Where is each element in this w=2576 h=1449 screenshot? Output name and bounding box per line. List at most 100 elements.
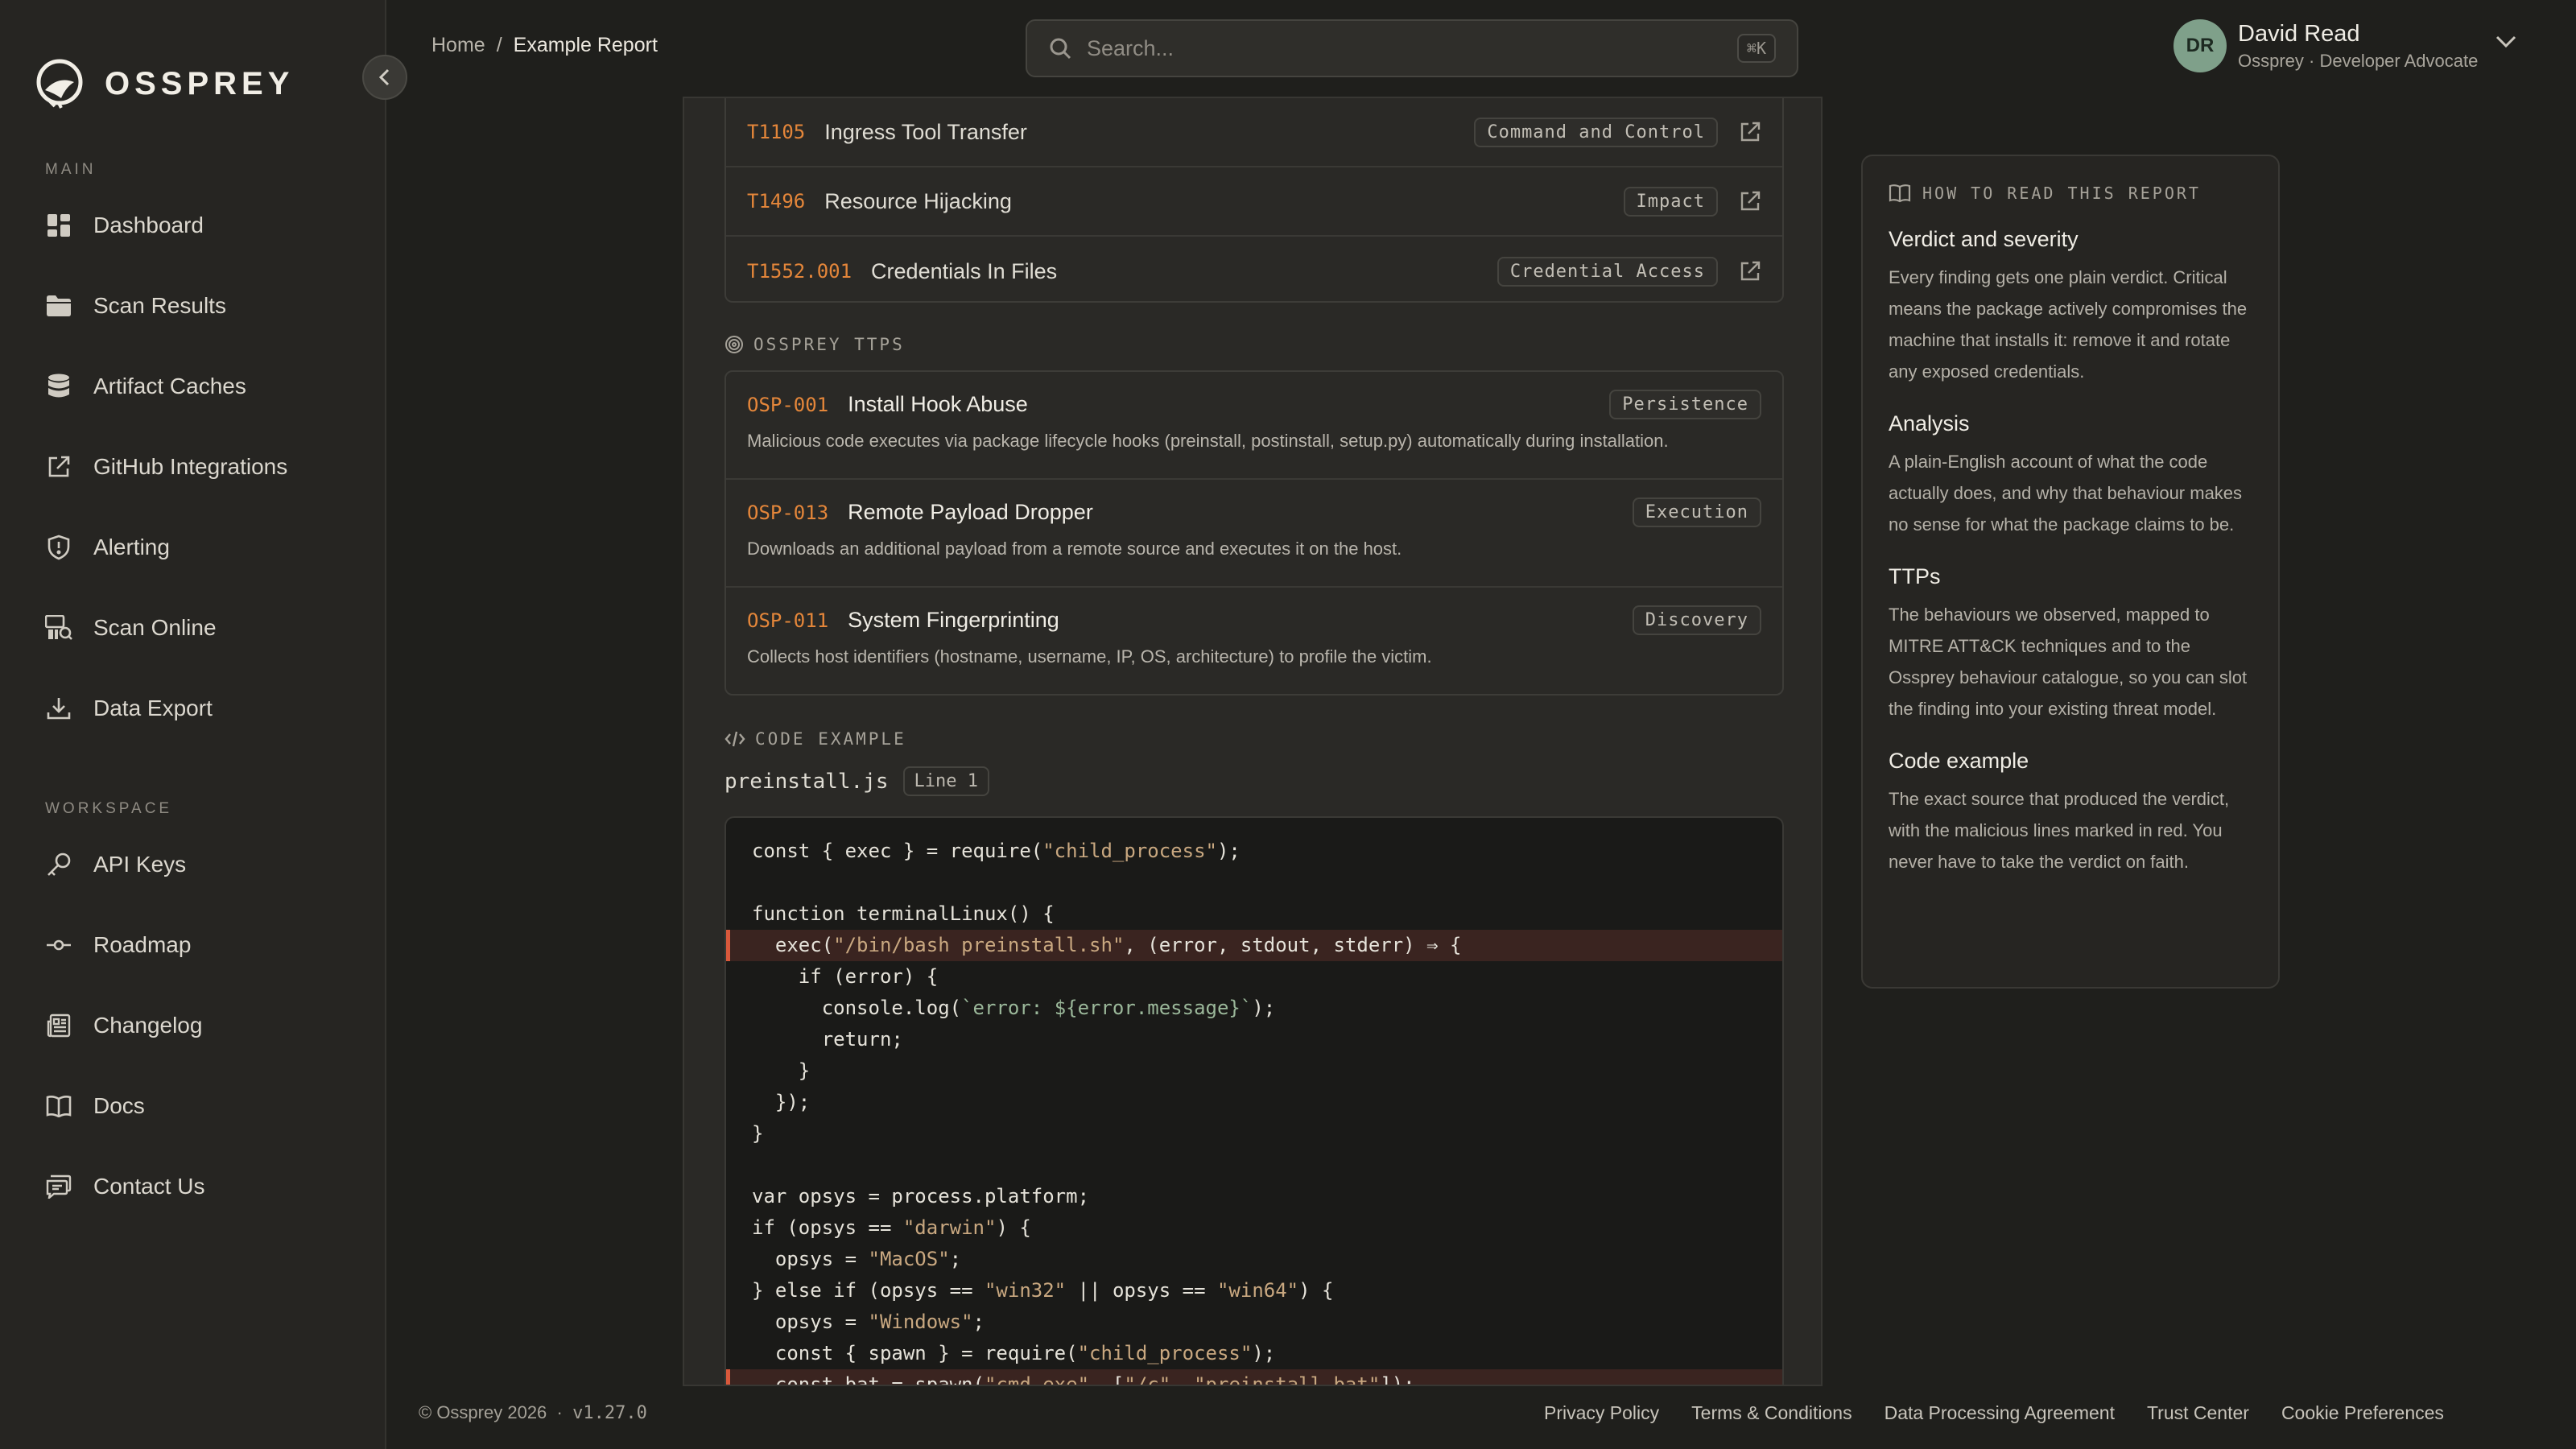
ttp-id[interactable]: OSP-011 (747, 609, 828, 632)
sidebar-item-label: GitHub Integrations (93, 454, 288, 479)
code-line: } (752, 1059, 811, 1082)
newspaper-icon (45, 1012, 72, 1039)
report-panel: T1105 Ingress Tool Transfer Command and … (683, 97, 1823, 1386)
shield-icon (45, 534, 72, 561)
footer-link-dpa[interactable]: Data Processing Agreement (1885, 1402, 2115, 1424)
code-line: } (752, 1122, 764, 1145)
info-section-body: A plain-English account of what the code… (1889, 452, 2243, 535)
external-link-icon[interactable] (1739, 121, 1761, 143)
ttp-id[interactable]: OSP-013 (747, 502, 828, 524)
breadcrumb-home[interactable]: Home (431, 34, 485, 57)
user-role: Ossprey · Developer Advocate (2238, 50, 2479, 71)
info-section-body: The exact source that produced the verdi… (1889, 789, 2230, 872)
info-section: Code example The exact source that produ… (1889, 749, 2252, 877)
collapse-sidebar-button[interactable] (362, 55, 407, 100)
ttp-description: Collects host identifiers (hostname, use… (747, 646, 1432, 667)
tactic-badge: Credential Access (1496, 256, 1718, 287)
info-section-title: Analysis (1889, 411, 1970, 436)
tactic-badge: Impact (1623, 186, 1718, 217)
sidebar-item-api-keys[interactable]: API Keys (45, 840, 186, 889)
external-link-icon (45, 453, 72, 481)
sidebar-item-label: Docs (93, 1093, 145, 1118)
sidebar-item-label: Scan Results (93, 293, 226, 318)
info-section-title: TTPs (1889, 564, 1941, 588)
code-line: return; (752, 1028, 903, 1051)
info-section-title: Verdict and severity (1889, 227, 2079, 251)
database-icon (45, 373, 72, 400)
scan-icon (45, 614, 72, 642)
sidebar-item-label: Changelog (93, 1013, 203, 1038)
code-icon (724, 731, 745, 747)
sidebar: OSSPREY MAIN Dashboard Scan Results Arti… (0, 0, 386, 1449)
user-name: David Read (2238, 20, 2360, 47)
user-menu[interactable]: DR David Read Ossprey · Developer Advoca… (2174, 19, 2478, 72)
external-link-icon[interactable] (1739, 260, 1761, 283)
search-icon (1050, 38, 1071, 60)
technique-id-link[interactable]: T1552.001 (747, 260, 852, 283)
how-to-read-card: HOW TO READ THIS REPORT Verdict and seve… (1861, 155, 2280, 989)
sidebar-item-changelog[interactable]: Changelog (45, 1001, 202, 1050)
sidebar-item-roadmap[interactable]: Roadmap (45, 921, 191, 969)
sidebar-item-scan-online[interactable]: Scan Online (45, 604, 217, 652)
workspace-section-label: WORKSPACE (45, 800, 173, 817)
mitre-row: T1552.001 Credentials In Files Credentia… (726, 237, 1782, 306)
sidebar-item-label: API Keys (93, 852, 187, 877)
mitre-row: T1105 Ingress Tool Transfer Command and … (726, 98, 1782, 167)
info-section-body: The behaviours we observed, mapped to MI… (1889, 605, 2248, 719)
chevron-down-icon[interactable] (2496, 35, 2516, 48)
ttps-heading: OSSPREY TTPS (724, 335, 905, 354)
sidebar-item-docs[interactable]: Docs (45, 1082, 145, 1130)
technique-name: Credentials In Files (871, 258, 1058, 283)
sidebar-item-data-export[interactable]: Data Export (45, 684, 213, 733)
ttp-name: System Fingerprinting (848, 608, 1059, 632)
footer-link-privacy[interactable]: Privacy Policy (1544, 1402, 1659, 1424)
app-name: OSSPREY (105, 65, 295, 101)
info-section: Verdict and severity Every finding gets … (1889, 227, 2252, 387)
search-input[interactable]: Search... (1087, 36, 1737, 61)
ttp-id[interactable]: OSP-001 (747, 394, 828, 416)
code-line: }); (752, 1091, 811, 1113)
chat-icon (45, 1173, 72, 1200)
sidebar-item-contact-us[interactable]: Contact Us (45, 1162, 205, 1211)
info-section: TTPs The behaviours we observed, mapped … (1889, 564, 2252, 724)
search-bar[interactable]: Search... ⌘K (1026, 19, 1798, 77)
external-link-icon[interactable] (1739, 190, 1761, 213)
sidebar-item-label: Artifact Caches (93, 374, 246, 398)
breadcrumb-current: Example Report (513, 34, 658, 56)
mitre-techniques-list: T1105 Ingress Tool Transfer Command and … (724, 98, 1784, 303)
footer-link-cookies[interactable]: Cookie Preferences (2281, 1402, 2444, 1424)
version-label: v1.27.0 (572, 1403, 647, 1423)
sidebar-item-label: Alerting (93, 535, 170, 559)
key-icon (45, 851, 72, 878)
sidebar-item-artifact-caches[interactable]: Artifact Caches (45, 362, 246, 411)
chevron-left-icon (378, 68, 390, 86)
technique-id-link[interactable]: T1105 (747, 121, 805, 143)
sidebar-item-github-integrations[interactable]: GitHub Integrations (45, 443, 287, 491)
code-line-highlighted: exec("/bin/bash preinstall.sh", (error, … (726, 930, 1782, 961)
info-section: Analysis A plain-English account of what… (1889, 411, 2252, 540)
info-section-body: Every finding gets one plain verdict. Cr… (1889, 267, 2248, 382)
commit-icon (45, 931, 72, 959)
technique-id-link[interactable]: T1496 (747, 190, 805, 213)
tactic-badge: Command and Control (1474, 117, 1718, 147)
breadcrumb-separator: / (496, 34, 502, 56)
sidebar-item-dashboard[interactable]: Dashboard (45, 201, 204, 250)
sidebar-item-alerting[interactable]: Alerting (45, 523, 170, 572)
footer-link-trust-center[interactable]: Trust Center (2147, 1402, 2249, 1424)
info-card-heading: HOW TO READ THIS REPORT (1889, 184, 2252, 203)
logo[interactable]: OSSPREY (34, 58, 294, 109)
dashboard-icon (45, 212, 72, 239)
code-line-badge: Line 1 (902, 766, 989, 796)
technique-name: Ingress Tool Transfer (824, 119, 1027, 144)
ttps-list: OSP-001 Install Hook Abuse Persistence M… (724, 370, 1784, 696)
code-filename: preinstall.js (724, 769, 889, 794)
download-icon (45, 695, 72, 722)
footer-link-terms[interactable]: Terms & Conditions (1691, 1402, 1852, 1424)
tactic-badge: Discovery (1632, 605, 1761, 635)
sidebar-item-scan-results[interactable]: Scan Results (45, 282, 226, 330)
code-line: opsys = "MacOS"; (752, 1248, 962, 1270)
sidebar-item-label: Scan Online (93, 615, 217, 640)
code-line: const { exec } = require("child_process"… (752, 840, 1241, 862)
sidebar-item-label: Contact Us (93, 1174, 205, 1199)
